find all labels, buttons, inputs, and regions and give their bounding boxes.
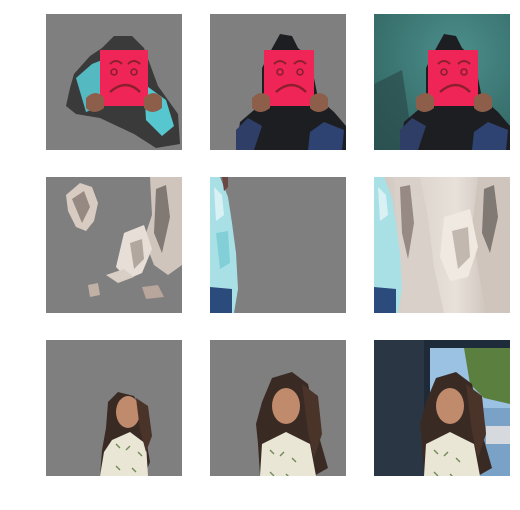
tile-r1c2-mask-sign-full bbox=[210, 14, 346, 150]
original-sign-photo bbox=[374, 14, 510, 150]
mask-bark-image bbox=[46, 177, 182, 313]
tile-r2c3-original-bark bbox=[374, 177, 510, 313]
tile-r3c3-original-girl bbox=[374, 340, 510, 476]
tile-r1c1-mask-sign-partial bbox=[46, 14, 182, 150]
image-grid bbox=[0, 0, 520, 510]
tile-r2c1-mask-bark bbox=[46, 177, 182, 313]
original-girl-photo bbox=[374, 340, 510, 476]
mask-person-jacket-image bbox=[210, 177, 346, 313]
mask-girl-partial-image bbox=[46, 340, 182, 476]
original-bark-photo bbox=[374, 177, 510, 313]
mask-sign-full-image bbox=[210, 14, 346, 150]
mask-sign-partial-image bbox=[46, 14, 182, 150]
tile-r3c2-mask-girl-full bbox=[210, 340, 346, 476]
mask-girl-full-image bbox=[210, 340, 346, 476]
tile-r1c3-original-sign bbox=[374, 14, 510, 150]
tile-r2c2-mask-person-jacket bbox=[210, 177, 346, 313]
tile-r3c1-mask-girl-partial bbox=[46, 340, 182, 476]
